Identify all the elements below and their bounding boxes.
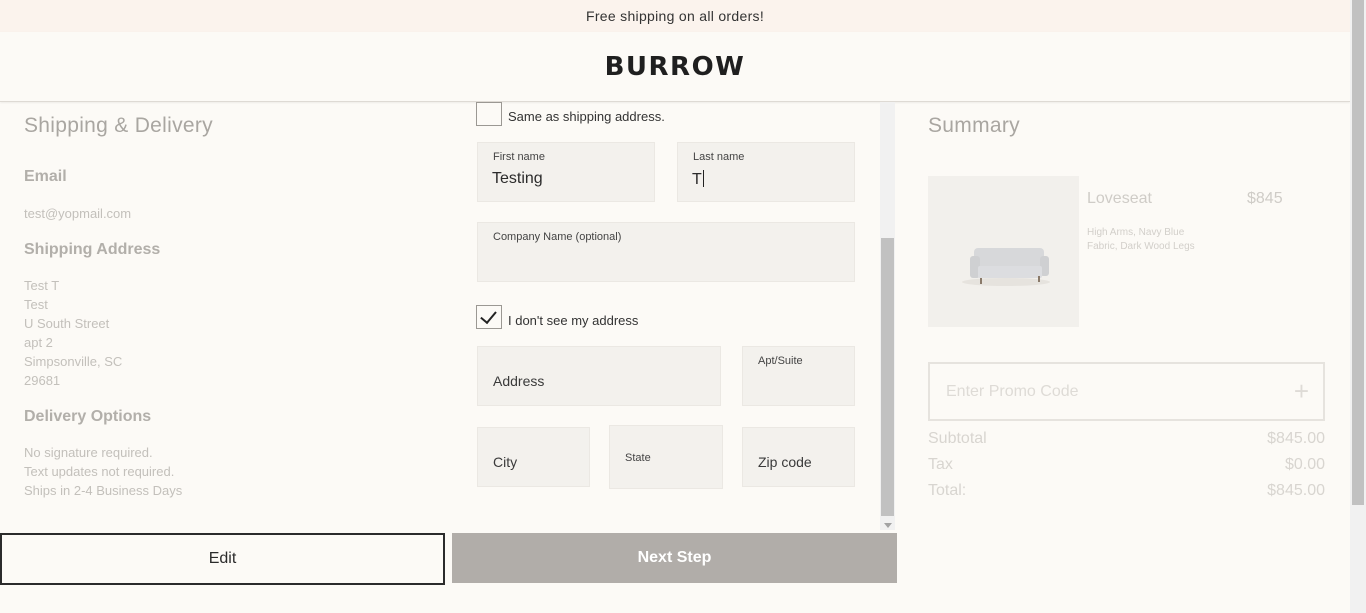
tax-row: Tax $0.00 <box>928 456 1325 474</box>
address-line: Test T <box>24 278 60 293</box>
site-header: BURROW <box>0 32 1350 102</box>
total-label: Total: <box>928 482 967 499</box>
delivery-options-heading: Delivery Options <box>24 408 152 425</box>
first-name-value: Testing <box>492 170 543 187</box>
address-line: Simpsonville, SC <box>24 354 123 369</box>
loveseat-icon <box>962 248 1050 286</box>
state-select[interactable]: State <box>609 425 723 489</box>
shipping-delivery-panel: Shipping & Delivery Email test@yopmail.c… <box>24 102 444 500</box>
same-as-shipping-checkbox[interactable] <box>476 102 502 126</box>
first-name-field[interactable]: First name Testing <box>477 142 655 202</box>
email-value: test@yopmail.com <box>24 206 132 221</box>
email-heading: Email <box>24 168 67 185</box>
company-name-label: Company Name (optional) <box>493 231 622 243</box>
product-price: $845 <box>1247 190 1283 207</box>
billing-form: Same as shipping address. First name Tes… <box>452 102 897 530</box>
product-description: High Arms, Navy Blue Fabric, Dark Wood L… <box>1087 226 1217 254</box>
checkmark-icon <box>480 306 497 325</box>
order-summary: Summary Loveseat $845 High Arms, Navy Bl… <box>928 102 1326 499</box>
apt-suite-field[interactable]: Apt/Suite <box>742 346 855 406</box>
subtotal-row: Subtotal $845.00 <box>928 430 1325 448</box>
promo-code-placeholder: Enter Promo Code <box>946 383 1079 400</box>
page-scrollbar[interactable] <box>1350 0 1366 613</box>
product-desc-line: High Arms, Navy Blue <box>1087 227 1185 238</box>
address-placeholder: Address <box>493 373 545 389</box>
address-line: 29681 <box>24 373 61 388</box>
promo-banner-text: Free shipping on all orders! <box>585 8 765 24</box>
last-name-label: Last name <box>693 151 745 163</box>
total-value: $845.00 <box>1267 482 1325 499</box>
scroll-down-arrow-icon[interactable] <box>884 523 892 528</box>
subtotal-label: Subtotal <box>928 430 987 447</box>
plus-icon[interactable]: + <box>1294 376 1309 406</box>
subtotal-value: $845.00 <box>1267 430 1325 447</box>
company-name-field[interactable]: Company Name (optional) <box>477 222 855 282</box>
city-field[interactable]: City <box>477 427 590 487</box>
text-caret <box>702 170 704 187</box>
last-name-value-wrap: T <box>692 170 704 189</box>
shipping-address-heading: Shipping Address <box>24 241 161 258</box>
product-desc-line: Fabric, Dark Wood Legs <box>1087 241 1195 252</box>
total-row: Total: $845.00 <box>928 482 1325 500</box>
state-label: State <box>625 452 651 464</box>
address-line: apt 2 <box>24 335 53 350</box>
delivery-line: Text updates not required. <box>24 464 175 479</box>
delivery-options-block: No signature required. Text updates not … <box>24 443 444 500</box>
delivery-line: No signature required. <box>24 445 153 460</box>
no-address-label[interactable]: I don't see my address <box>508 313 638 328</box>
same-as-shipping-label[interactable]: Same as shipping address. <box>508 109 665 124</box>
summary-title: Summary <box>928 114 1020 137</box>
promo-code-input[interactable]: Enter Promo Code + <box>928 362 1325 421</box>
apt-suite-label: Apt/Suite <box>758 355 803 367</box>
next-step-button[interactable]: Next Step <box>452 533 897 583</box>
shipping-delivery-title: Shipping & Delivery <box>24 114 213 137</box>
tax-value: $0.00 <box>1284 456 1325 473</box>
page-scrollbar-thumb[interactable] <box>1352 0 1364 505</box>
last-name-field[interactable]: Last name T <box>677 142 855 202</box>
tax-label: Tax <box>928 456 953 473</box>
shipping-address-block: Test T Test U South Street apt 2 Simpson… <box>24 276 444 390</box>
edit-button[interactable]: Edit <box>0 533 445 585</box>
address-line: U South Street <box>24 316 110 331</box>
loveseat-product-image <box>928 176 1079 327</box>
last-name-value: T <box>692 171 702 188</box>
address-field[interactable]: Address <box>477 346 721 406</box>
no-address-checkbox[interactable] <box>476 305 502 329</box>
burrow-logo[interactable]: BURROW <box>605 52 746 82</box>
zip-code-field[interactable]: Zip code <box>742 427 855 487</box>
delivery-line: Ships in 2-4 Business Days <box>24 483 183 498</box>
form-scrollbar-thumb[interactable] <box>881 238 894 516</box>
address-line: Test <box>24 297 48 312</box>
promo-banner: Free shipping on all orders! <box>0 0 1350 32</box>
first-name-label: First name <box>493 151 545 163</box>
city-placeholder: City <box>493 454 518 470</box>
zip-code-placeholder: Zip code <box>758 454 812 470</box>
form-scrollbar[interactable] <box>880 102 895 530</box>
product-name: Loveseat <box>1087 190 1152 207</box>
